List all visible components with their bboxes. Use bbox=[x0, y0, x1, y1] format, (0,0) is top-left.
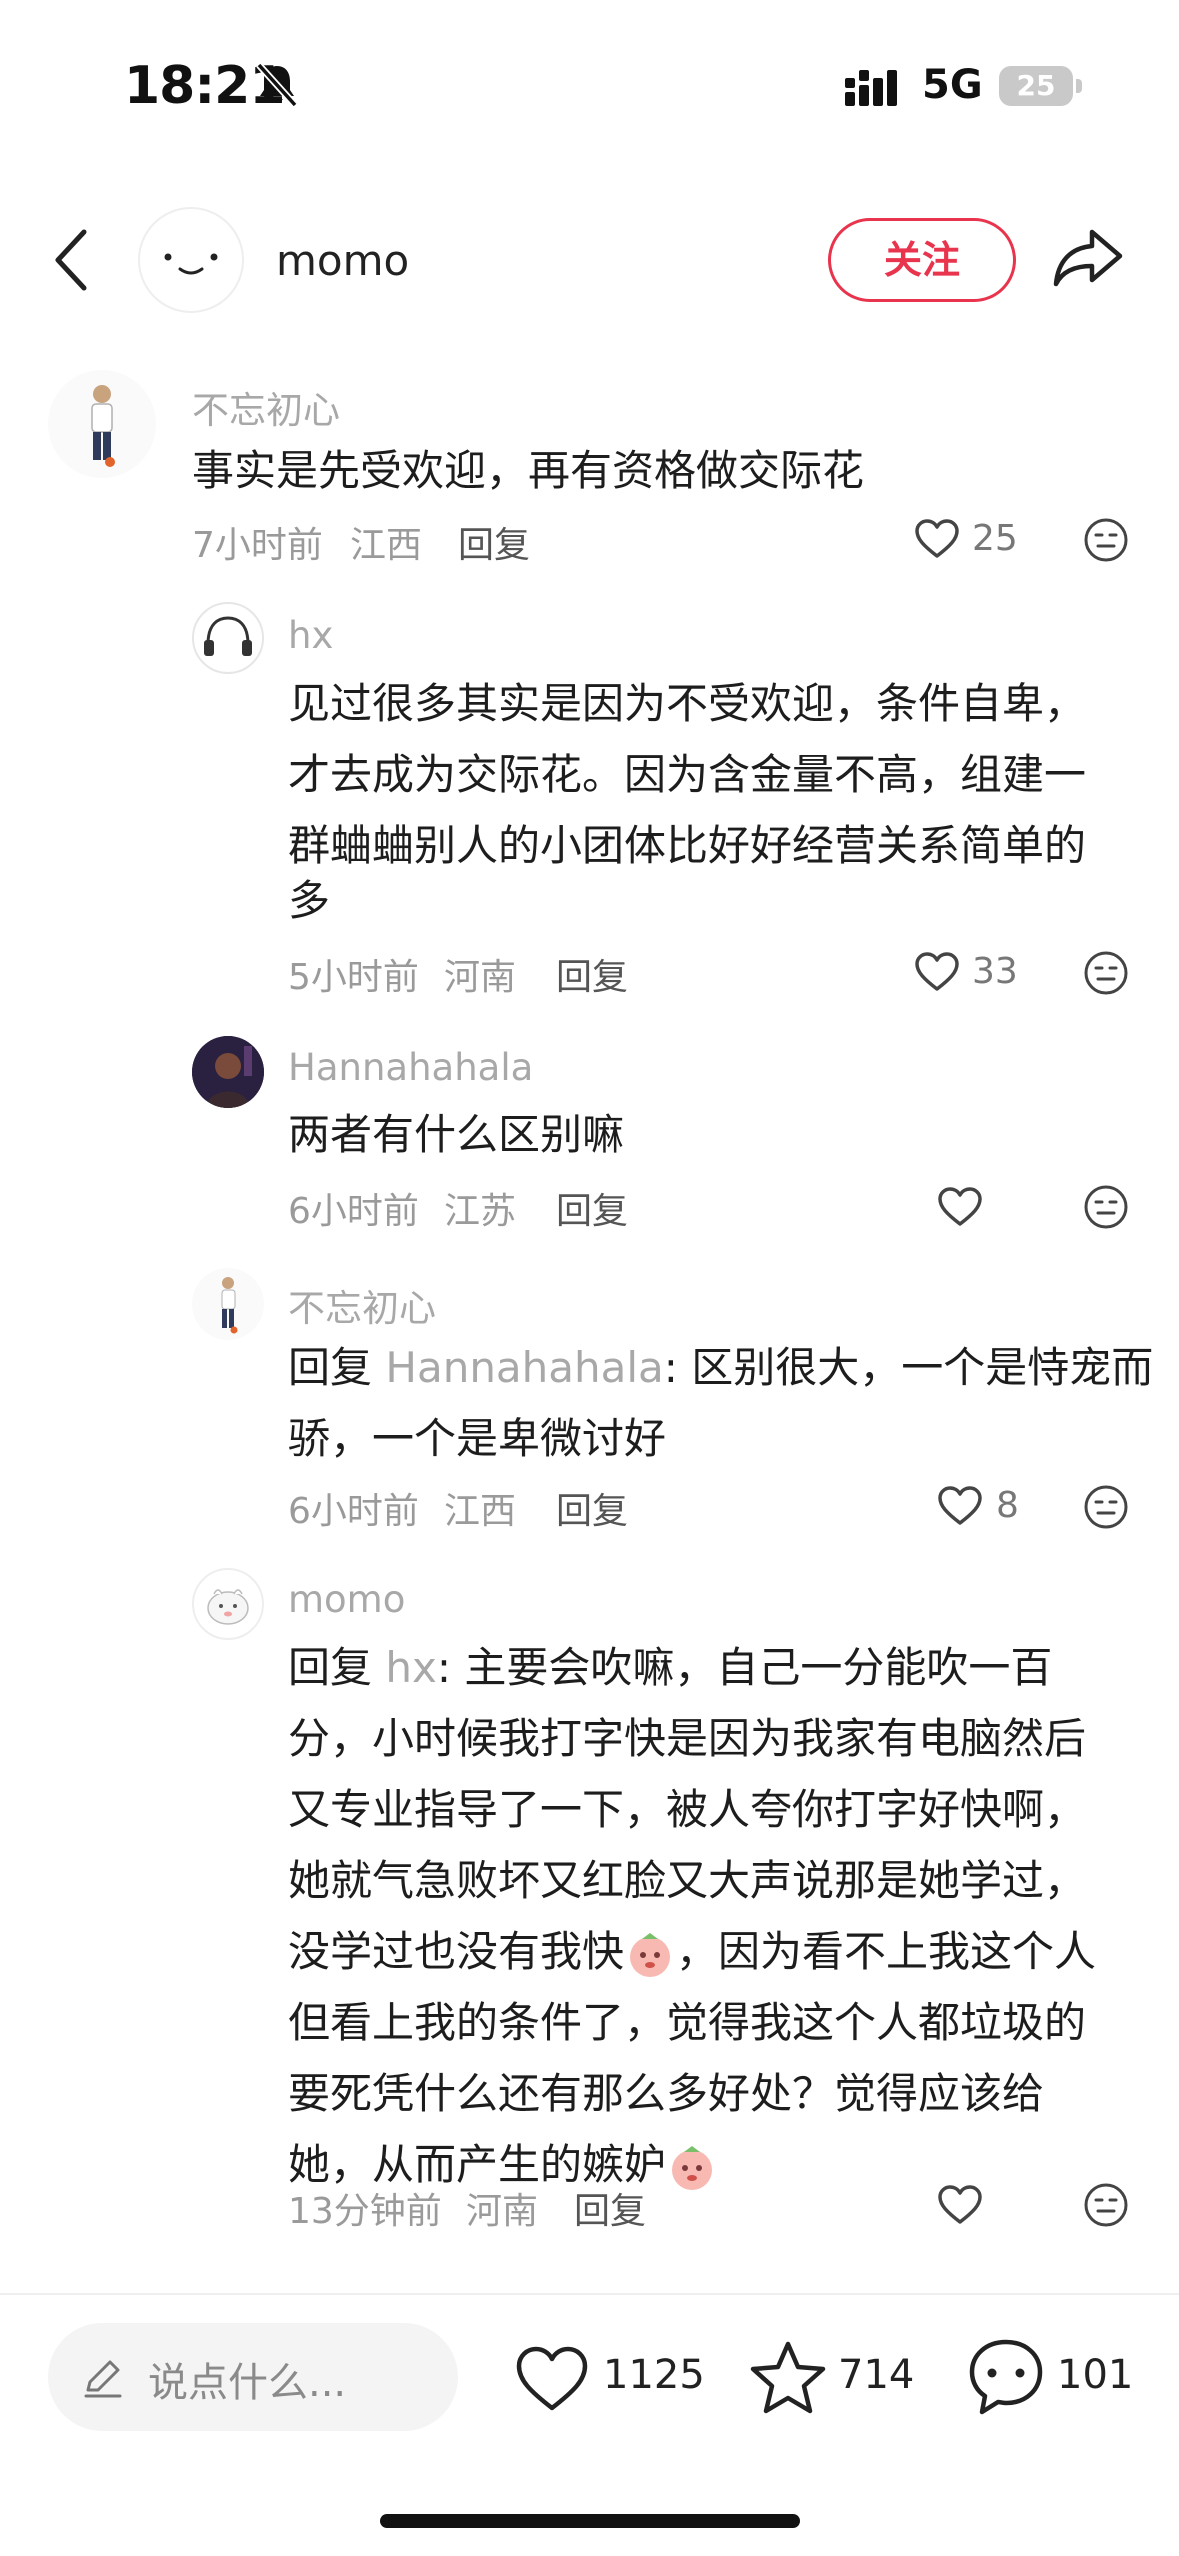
comment-text: 事实是先受欢迎，再有资格做交际花 bbox=[192, 446, 865, 495]
sticker-icon bbox=[666, 2142, 718, 2194]
commenter-name[interactable]: 不忘初心 bbox=[288, 1278, 436, 1332]
like-count: 33 bbox=[972, 951, 1018, 992]
cartoon-avatar-icon bbox=[207, 1589, 249, 1625]
reply-button[interactable]: 回复 bbox=[556, 948, 628, 1000]
reply-prefix: 回复 bbox=[288, 1643, 373, 1692]
commenter-avatar[interactable] bbox=[192, 1568, 264, 1640]
comment-time: 5小时前 bbox=[288, 957, 419, 998]
like-count: 8 bbox=[996, 1485, 1019, 1526]
reply-prefix: 回复 bbox=[288, 1343, 373, 1392]
author-name[interactable]: momo bbox=[276, 236, 409, 285]
comment-text-line: 回复 hx: 主要会吹嘛，自己一分能吹一百 bbox=[288, 1632, 1052, 1703]
comment-text-line: 才去成为交际花。因为含金量不高，组建一 bbox=[288, 750, 1087, 799]
dislike-face-icon[interactable] bbox=[1083, 2182, 1129, 2228]
pencil-icon bbox=[84, 2360, 122, 2398]
comment-text: 两者有什么区别嘛 bbox=[288, 1110, 625, 1159]
comment-input-placeholder[interactable]: 说点什么... bbox=[148, 2350, 346, 2408]
comment-time: 6小时前 bbox=[288, 1491, 419, 1532]
person-avatar-icon bbox=[221, 1277, 238, 1334]
reply-button[interactable]: 回复 bbox=[556, 1182, 628, 1234]
heart-icon[interactable] bbox=[937, 2184, 983, 2226]
commenter-avatar[interactable] bbox=[48, 370, 156, 478]
back-icon[interactable] bbox=[50, 228, 90, 292]
comment-text-segment: ，因为看不上我这个人 bbox=[676, 1927, 1097, 1976]
comment-location: 江西 bbox=[444, 1491, 517, 1532]
reply-button[interactable]: 回复 bbox=[574, 2182, 646, 2234]
battery-tip bbox=[1076, 79, 1082, 93]
comment-bubble-icon[interactable] bbox=[966, 2336, 1046, 2418]
comment-text-line: 见过很多其实是因为不受欢迎，条件自卑， bbox=[288, 679, 1087, 728]
comment-text-line: 但看上我的条件了，觉得我这个人都垃圾的 bbox=[288, 1998, 1087, 2047]
dislike-face-icon[interactable] bbox=[1083, 950, 1129, 996]
reply-target-name[interactable]: hx bbox=[385, 1643, 436, 1692]
headphones-icon bbox=[204, 616, 252, 656]
network-label: 5G bbox=[922, 62, 983, 108]
commenter-name[interactable]: hx bbox=[288, 614, 333, 657]
author-avatar[interactable] bbox=[138, 207, 244, 313]
follow-button[interactable]: 关注 bbox=[828, 218, 1016, 302]
comment-text-line: 又专业指导了一下，被人夸你打字好快啊， bbox=[288, 1785, 1087, 1834]
comment-location: 河南 bbox=[466, 2191, 539, 2232]
heart-icon[interactable] bbox=[937, 1485, 983, 1527]
heart-icon[interactable] bbox=[914, 518, 960, 560]
commenter-avatar[interactable] bbox=[192, 1268, 264, 1340]
reply-text: : 主要会吹嘛，自己一分能吹一百 bbox=[436, 1643, 1053, 1692]
comment-location: 河南 bbox=[444, 957, 517, 998]
comment-text-line: 没学过也没有我快 ，因为看不上我这个人 bbox=[288, 1916, 1096, 1987]
dislike-face-icon[interactable] bbox=[1083, 517, 1129, 563]
share-icon[interactable] bbox=[1052, 226, 1124, 288]
battery-indicator: 25 bbox=[999, 66, 1073, 106]
person-avatar-icon bbox=[91, 385, 115, 467]
home-indicator bbox=[380, 2514, 800, 2528]
like-heart-icon[interactable] bbox=[514, 2344, 590, 2414]
comment-time: 6小时前 bbox=[288, 1191, 419, 1232]
comment-text-line: 骄，一个是卑微讨好 bbox=[288, 1414, 667, 1463]
comment-time: 7小时前 bbox=[192, 525, 323, 566]
sticker-icon bbox=[624, 1929, 676, 1981]
reply-button[interactable]: 回复 bbox=[556, 1482, 628, 1534]
comment-text-line: 回复 Hannahahala: 区别很大，一个是恃宠而 bbox=[288, 1332, 1153, 1403]
comment-text-line: 群蛐蛐别人的小团体比好好经营关系简单的 bbox=[288, 821, 1087, 870]
comment-text-line: 分，小时候我打字快是因为我家有电脑然后 bbox=[288, 1714, 1087, 1763]
reply-text: : 区别很大，一个是恃宠而 bbox=[663, 1343, 1154, 1392]
heart-icon[interactable] bbox=[914, 951, 960, 993]
commenter-name[interactable]: Hannahahala bbox=[288, 1046, 533, 1089]
dislike-face-icon[interactable] bbox=[1083, 1184, 1129, 1230]
commenter-name[interactable]: 不忘初心 bbox=[192, 380, 340, 434]
star-icon[interactable] bbox=[748, 2339, 828, 2417]
like-count: 25 bbox=[972, 518, 1018, 559]
bottom-divider bbox=[0, 2293, 1179, 2295]
commenter-avatar[interactable] bbox=[192, 1036, 264, 1108]
comment-time: 13分钟前 bbox=[288, 2191, 442, 2232]
stars-count: 714 bbox=[838, 2352, 915, 2398]
comment-text-line: 要死凭什么还有那么多好处？觉得应该给 bbox=[288, 2069, 1045, 2118]
signal-icon bbox=[845, 70, 897, 106]
dislike-face-icon[interactable] bbox=[1083, 1484, 1129, 1530]
comment-text-line: 她就气急败坏又红脸又大声说那是她学过， bbox=[288, 1856, 1087, 1905]
heart-icon[interactable] bbox=[937, 1186, 983, 1228]
bell-muted-icon bbox=[256, 62, 298, 108]
comment-location: 江西 bbox=[350, 525, 423, 566]
commenter-name[interactable]: momo bbox=[288, 1578, 405, 1621]
photo-avatar-icon bbox=[192, 1036, 264, 1108]
reply-target-name[interactable]: Hannahahala bbox=[385, 1343, 663, 1392]
smile-face-icon bbox=[164, 253, 218, 275]
reply-button[interactable]: 回复 bbox=[458, 516, 530, 568]
comment-text-line: 多 bbox=[288, 876, 331, 925]
comment-location: 江苏 bbox=[444, 1191, 517, 1232]
likes-count: 1125 bbox=[603, 2352, 705, 2398]
comment-text-segment: 没学过也没有我快 bbox=[288, 1927, 625, 1976]
comments-count: 101 bbox=[1057, 2352, 1134, 2398]
commenter-avatar[interactable] bbox=[192, 602, 264, 674]
